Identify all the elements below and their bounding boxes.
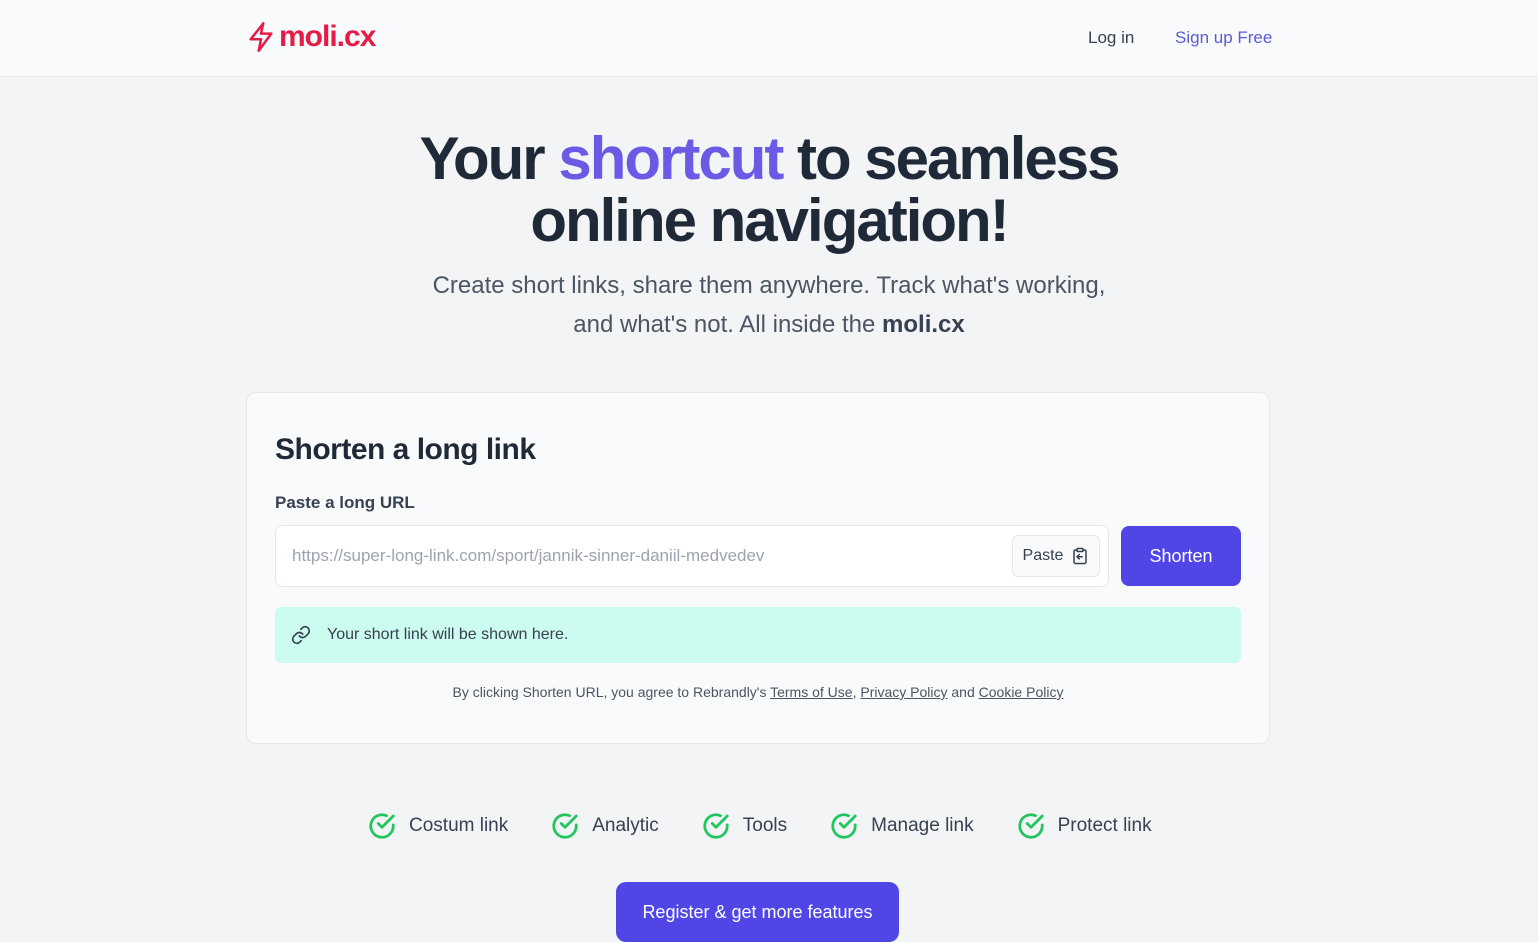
hero-title-part1: Your xyxy=(419,125,559,192)
card-title: Shorten a long link xyxy=(275,433,536,466)
check-circle-icon xyxy=(369,813,395,839)
check-circle-icon xyxy=(552,813,578,839)
feature-label: Protect link xyxy=(1057,815,1152,836)
privacy-policy-link[interactable]: Privacy Policy xyxy=(860,684,947,700)
check-circle-icon xyxy=(703,813,729,839)
paste-button[interactable]: Paste xyxy=(1012,535,1100,577)
login-link[interactable]: Log in xyxy=(1088,28,1134,48)
short-link-result-text: Your short link will be shown here. xyxy=(327,626,569,643)
cookie-policy-link[interactable]: Cookie Policy xyxy=(979,684,1064,700)
register-button[interactable]: Register & get more features xyxy=(616,882,899,942)
lightning-icon xyxy=(249,22,273,52)
navbar: moli.cx Log in Sign up Free xyxy=(0,0,1538,77)
url-field-label: Paste a long URL xyxy=(275,493,415,512)
hero-title: Your shortcut to seamless online navigat… xyxy=(0,128,1538,252)
terms-comma: , xyxy=(852,684,857,700)
feature-label: Manage link xyxy=(871,815,974,836)
clipboard-icon xyxy=(1073,547,1088,565)
feature-item: Manage link xyxy=(829,811,974,841)
hero-subtitle: Create short links, share them anywhere.… xyxy=(419,266,1119,344)
feature-item: Protect link xyxy=(1016,811,1152,841)
url-input[interactable] xyxy=(276,526,996,586)
shorten-button[interactable]: Shorten xyxy=(1121,526,1241,586)
hero-title-line2: online navigation! xyxy=(530,187,1009,254)
hero-subtitle-brand: moli.cx xyxy=(882,311,965,338)
terms-notice: By clicking Shorten URL, you agree to Re… xyxy=(247,684,1269,700)
feature-item: Costum link xyxy=(367,811,508,841)
feature-label: Tools xyxy=(742,815,788,836)
signup-link[interactable]: Sign up Free xyxy=(1175,28,1272,48)
url-input-box: Paste xyxy=(275,525,1109,587)
check-circle-icon xyxy=(1017,813,1044,839)
hero-subtitle-text: Create short links, share them anywhere.… xyxy=(432,272,1106,338)
terms-and: and xyxy=(947,684,979,700)
short-link-result: Your short link will be shown here. xyxy=(275,607,1241,663)
shorten-card: Shorten a long link Paste a long URL Pas… xyxy=(246,392,1270,744)
feature-label: Costum link xyxy=(409,815,509,836)
feature-label: Analytic xyxy=(592,815,659,836)
features-list: Costum link Analytic Tools Manage link P… xyxy=(367,811,1152,841)
check-circle-icon xyxy=(831,813,857,839)
terms-prefix: By clicking Shorten URL, you agree to Re… xyxy=(452,684,771,700)
feature-item: Analytic xyxy=(550,811,659,841)
link-icon xyxy=(291,625,311,645)
logo[interactable]: moli.cx xyxy=(247,20,376,54)
paste-button-label: Paste xyxy=(1022,547,1064,564)
hero-title-part2: to seamless xyxy=(782,125,1121,192)
terms-of-use-link[interactable]: Terms of Use xyxy=(770,684,852,700)
hero-title-accent: shortcut xyxy=(558,125,784,192)
feature-item: Tools xyxy=(701,811,787,841)
logo-text: moli.cx xyxy=(279,20,376,53)
